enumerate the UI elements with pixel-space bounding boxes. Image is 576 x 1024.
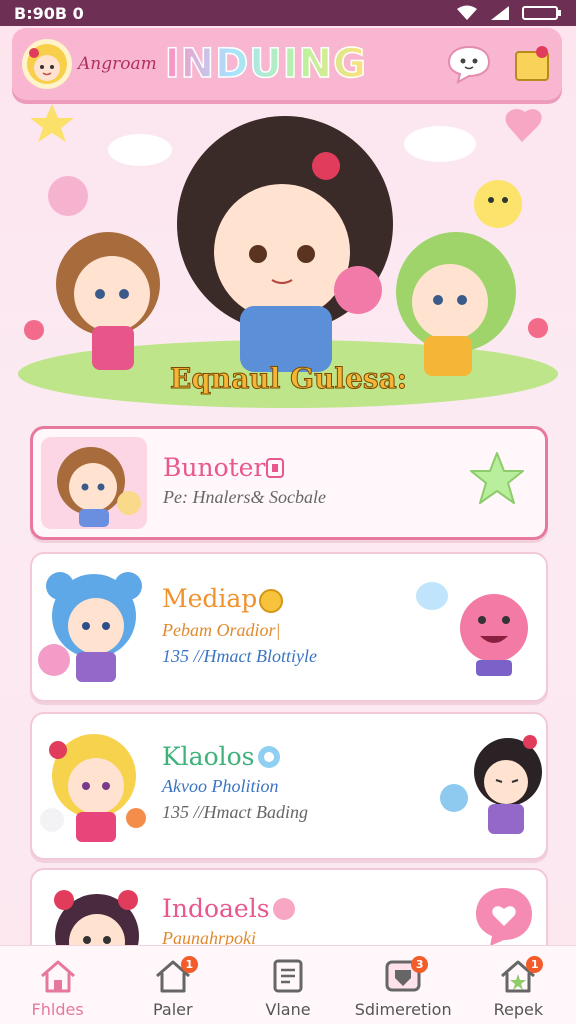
coin-icon <box>259 589 283 613</box>
chat-icon[interactable] <box>446 44 492 84</box>
nav-label: Sdimeretion <box>354 1000 452 1019</box>
card-subtitle: Akvoo Pholition <box>162 776 279 796</box>
home-icon <box>40 960 75 993</box>
status-bar: B:90B 0 <box>0 0 576 26</box>
blonde-girl-icon <box>40 734 146 842</box>
star-icon[interactable] <box>467 449 527 509</box>
card-title: Mediap <box>162 584 258 613</box>
notification-badge: 1 <box>180 956 198 973</box>
nav-item-home[interactable]: Fhldes <box>8 946 108 1019</box>
battery-icon <box>522 6 561 20</box>
profile-avatar[interactable] <box>22 39 72 89</box>
nav-item-repek[interactable]: 1 Repek <box>468 946 568 1019</box>
gem-icon <box>258 746 280 768</box>
document-icon <box>273 959 303 993</box>
bottom-nav: Fhldes 1 Paler Vlane 3 Sdimeretion 1 Rep… <box>0 945 576 1024</box>
nav-item-paler[interactable]: 1 Paler <box>123 946 223 1019</box>
card-subtitle: Pebam Oradior| <box>162 620 281 640</box>
list-item[interactable]: Mediap Pebam Oradior| 135 //Hmact Blotti… <box>30 552 548 702</box>
brown-hair-girl-icon <box>57 447 141 527</box>
brand-subtitle: Angroam <box>78 54 157 74</box>
card-badge-icon <box>266 458 284 478</box>
card-subtitle: Pe: Hnalers& Socbale <box>163 487 326 507</box>
card-title: Indoaels <box>162 894 270 923</box>
wifi-icon <box>457 5 477 20</box>
status-icons <box>456 5 562 21</box>
card-detail: 135 //Hmact Blottiyle <box>162 646 317 666</box>
hero-banner: Eqnaul Gulesa: <box>0 104 576 408</box>
blue-hair-girl-icon <box>38 572 142 682</box>
card-title: Klaolos <box>162 742 255 771</box>
nav-label: Fhldes <box>31 1000 84 1019</box>
black-hair-girl-icon <box>440 735 542 834</box>
list-item[interactable]: Klaolos Akvoo Pholition 135 //Hmact Badi… <box>30 712 548 860</box>
card-title: Bunoter <box>163 453 266 482</box>
pink-blob-mascot-icon <box>416 582 528 676</box>
notification-badge: 3 <box>411 956 429 973</box>
brand-title: INDUING <box>164 40 367 88</box>
notes-icon[interactable] <box>512 44 552 84</box>
nav-label: Vlane <box>265 1000 311 1019</box>
card-detail: 135 //Hmact Bading <box>162 802 308 822</box>
signal-icon <box>491 6 509 20</box>
nav-label: Repek <box>493 1000 544 1019</box>
status-time: B:90B 0 <box>14 3 84 23</box>
hero-title: Eqnaul Gulesa: <box>169 362 408 396</box>
heart-bubble-icon[interactable] <box>472 884 536 948</box>
candy-icon <box>273 898 295 920</box>
app-header: Angroam INDUING <box>12 28 562 100</box>
list-item[interactable]: Bunoter Pe: Hnalers& Socbale <box>30 426 548 540</box>
nav-label: Paler <box>152 1000 193 1019</box>
nav-item-sdimeretion[interactable]: 3 Sdimeretion <box>353 946 453 1019</box>
nav-item-vlane[interactable]: Vlane <box>238 946 338 1019</box>
character-thumbnail <box>41 437 147 529</box>
girl-avatar-icon <box>27 44 67 84</box>
notification-badge: 1 <box>526 956 544 973</box>
